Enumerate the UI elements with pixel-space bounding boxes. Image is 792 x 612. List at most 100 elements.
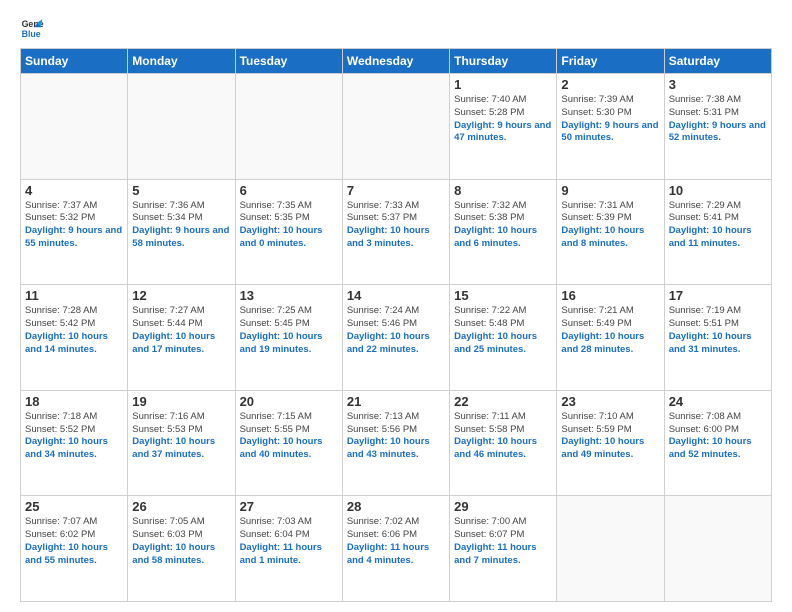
day-number: 14 xyxy=(347,288,445,303)
calendar-week-5: 25 Sunrise: 7:07 AMSunset: 6:02 PMDayligh… xyxy=(21,496,772,602)
day-info: Sunrise: 7:24 AMSunset: 5:46 PMDaylight:… xyxy=(347,305,445,356)
calendar-cell: 19 Sunrise: 7:16 AMSunset: 5:53 PMDayligh… xyxy=(128,390,235,496)
calendar-cell: 12 Sunrise: 7:27 AMSunset: 5:44 PMDayligh… xyxy=(128,285,235,391)
day-number: 3 xyxy=(669,77,767,92)
weekday-header-wednesday: Wednesday xyxy=(342,49,449,74)
day-info: Sunrise: 7:15 AMSunset: 5:55 PMDaylight:… xyxy=(240,411,338,462)
day-number: 25 xyxy=(25,499,123,514)
day-number: 11 xyxy=(25,288,123,303)
calendar-cell: 24 Sunrise: 7:08 AMSunset: 6:00 PMDayligh… xyxy=(664,390,771,496)
page: General Blue SundayMondayTuesdayWednesda… xyxy=(0,0,792,612)
calendar-cell: 29 Sunrise: 7:00 AMSunset: 6:07 PMDayligh… xyxy=(450,496,557,602)
calendar-cell: 27Sunrise: 7:03 AMSunset: 6:04 PMDayligh… xyxy=(235,496,342,602)
day-info: Sunrise: 7:05 AMSunset: 6:03 PMDaylight:… xyxy=(132,516,230,567)
weekday-header-monday: Monday xyxy=(128,49,235,74)
calendar-cell: 23Sunrise: 7:10 AMSunset: 5:59 PMDayligh… xyxy=(557,390,664,496)
day-number: 21 xyxy=(347,394,445,409)
day-info: Sunrise: 7:29 AMSunset: 5:41 PMDaylight:… xyxy=(669,200,767,251)
day-info: Sunrise: 7:35 AMSunset: 5:35 PMDaylight:… xyxy=(240,200,338,251)
calendar-week-1: 1 Sunrise: 7:40 AMSunset: 5:28 PMDaylight… xyxy=(21,74,772,180)
day-info: Sunrise: 7:13 AMSunset: 5:56 PMDaylight:… xyxy=(347,411,445,462)
calendar-cell: 2 Sunrise: 7:39 AMSunset: 5:30 PMDaylight… xyxy=(557,74,664,180)
day-number: 2 xyxy=(561,77,659,92)
day-number: 24 xyxy=(669,394,767,409)
calendar-header-row: SundayMondayTuesdayWednesdayThursdayFrid… xyxy=(21,49,772,74)
day-info: Sunrise: 7:32 AMSunset: 5:38 PMDaylight:… xyxy=(454,200,552,251)
day-number: 16 xyxy=(561,288,659,303)
weekday-header-thursday: Thursday xyxy=(450,49,557,74)
calendar-cell: 10 Sunrise: 7:29 AMSunset: 5:41 PMDayligh… xyxy=(664,179,771,285)
day-number: 12 xyxy=(132,288,230,303)
calendar-cell: 26 Sunrise: 7:05 AMSunset: 6:03 PMDayligh… xyxy=(128,496,235,602)
day-number: 7 xyxy=(347,183,445,198)
day-info: Sunrise: 7:27 AMSunset: 5:44 PMDaylight:… xyxy=(132,305,230,356)
calendar-cell: 5 Sunrise: 7:36 AMSunset: 5:34 PMDaylight… xyxy=(128,179,235,285)
day-info: Sunrise: 7:00 AMSunset: 6:07 PMDaylight:… xyxy=(454,516,552,567)
day-number: 20 xyxy=(240,394,338,409)
logo-icon: General Blue xyxy=(20,16,44,40)
calendar-cell: 25 Sunrise: 7:07 AMSunset: 6:02 PMDayligh… xyxy=(21,496,128,602)
day-info: Sunrise: 7:02 AMSunset: 6:06 PMDaylight:… xyxy=(347,516,445,567)
day-number: 6 xyxy=(240,183,338,198)
day-info: Sunrise: 7:18 AMSunset: 5:52 PMDaylight:… xyxy=(25,411,123,462)
calendar-cell: 1 Sunrise: 7:40 AMSunset: 5:28 PMDaylight… xyxy=(450,74,557,180)
calendar-cell: 17Sunrise: 7:19 AMSunset: 5:51 PMDayligh… xyxy=(664,285,771,391)
day-number: 10 xyxy=(669,183,767,198)
calendar-cell: 15 Sunrise: 7:22 AMSunset: 5:48 PMDayligh… xyxy=(450,285,557,391)
calendar-week-3: 11 Sunrise: 7:28 AMSunset: 5:42 PMDayligh… xyxy=(21,285,772,391)
calendar-cell xyxy=(235,74,342,180)
day-info: Sunrise: 7:22 AMSunset: 5:48 PMDaylight:… xyxy=(454,305,552,356)
day-info: Sunrise: 7:08 AMSunset: 6:00 PMDaylight:… xyxy=(669,411,767,462)
day-number: 9 xyxy=(561,183,659,198)
day-info: Sunrise: 7:21 AMSunset: 5:49 PMDaylight:… xyxy=(561,305,659,356)
calendar-cell: 16 Sunrise: 7:21 AMSunset: 5:49 PMDayligh… xyxy=(557,285,664,391)
day-number: 28 xyxy=(347,499,445,514)
day-number: 19 xyxy=(132,394,230,409)
day-number: 15 xyxy=(454,288,552,303)
day-number: 13 xyxy=(240,288,338,303)
day-info: Sunrise: 7:33 AMSunset: 5:37 PMDaylight:… xyxy=(347,200,445,251)
calendar-cell: 11 Sunrise: 7:28 AMSunset: 5:42 PMDayligh… xyxy=(21,285,128,391)
day-number: 26 xyxy=(132,499,230,514)
calendar-cell: 8Sunrise: 7:32 AMSunset: 5:38 PMDaylight… xyxy=(450,179,557,285)
day-info: Sunrise: 7:07 AMSunset: 6:02 PMDaylight:… xyxy=(25,516,123,567)
calendar-week-4: 18Sunrise: 7:18 AMSunset: 5:52 PMDayligh… xyxy=(21,390,772,496)
calendar-cell xyxy=(128,74,235,180)
calendar-cell: 14 Sunrise: 7:24 AMSunset: 5:46 PMDayligh… xyxy=(342,285,449,391)
logo: General Blue xyxy=(20,16,48,40)
day-info: Sunrise: 7:16 AMSunset: 5:53 PMDaylight:… xyxy=(132,411,230,462)
day-info: Sunrise: 7:28 AMSunset: 5:42 PMDaylight:… xyxy=(25,305,123,356)
day-number: 4 xyxy=(25,183,123,198)
calendar-cell: 20 Sunrise: 7:15 AMSunset: 5:55 PMDayligh… xyxy=(235,390,342,496)
day-info: Sunrise: 7:31 AMSunset: 5:39 PMDaylight:… xyxy=(561,200,659,251)
calendar-cell: 3Sunrise: 7:38 AMSunset: 5:31 PMDaylight… xyxy=(664,74,771,180)
calendar-cell: 18Sunrise: 7:18 AMSunset: 5:52 PMDayligh… xyxy=(21,390,128,496)
calendar-cell: 9 Sunrise: 7:31 AMSunset: 5:39 PMDaylight… xyxy=(557,179,664,285)
calendar-cell xyxy=(557,496,664,602)
weekday-header-friday: Friday xyxy=(557,49,664,74)
day-info: Sunrise: 7:03 AMSunset: 6:04 PMDaylight:… xyxy=(240,516,338,567)
day-info: Sunrise: 7:40 AMSunset: 5:28 PMDaylight:… xyxy=(454,94,552,145)
day-info: Sunrise: 7:36 AMSunset: 5:34 PMDaylight:… xyxy=(132,200,230,251)
day-info: Sunrise: 7:25 AMSunset: 5:45 PMDaylight:… xyxy=(240,305,338,356)
calendar-cell: 28 Sunrise: 7:02 AMSunset: 6:06 PMDayligh… xyxy=(342,496,449,602)
weekday-header-sunday: Sunday xyxy=(21,49,128,74)
day-number: 1 xyxy=(454,77,552,92)
day-info: Sunrise: 7:39 AMSunset: 5:30 PMDaylight:… xyxy=(561,94,659,145)
day-info: Sunrise: 7:37 AMSunset: 5:32 PMDaylight:… xyxy=(25,200,123,251)
calendar-cell: 21 Sunrise: 7:13 AMSunset: 5:56 PMDayligh… xyxy=(342,390,449,496)
day-number: 29 xyxy=(454,499,552,514)
calendar-cell: 4 Sunrise: 7:37 AMSunset: 5:32 PMDaylight… xyxy=(21,179,128,285)
day-number: 17 xyxy=(669,288,767,303)
calendar-cell xyxy=(21,74,128,180)
day-info: Sunrise: 7:11 AMSunset: 5:58 PMDaylight:… xyxy=(454,411,552,462)
calendar-cell xyxy=(664,496,771,602)
day-number: 5 xyxy=(132,183,230,198)
calendar-cell: 7 Sunrise: 7:33 AMSunset: 5:37 PMDaylight… xyxy=(342,179,449,285)
calendar-week-2: 4 Sunrise: 7:37 AMSunset: 5:32 PMDaylight… xyxy=(21,179,772,285)
day-number: 22 xyxy=(454,394,552,409)
header: General Blue xyxy=(20,16,772,40)
calendar-table: SundayMondayTuesdayWednesdayThursdayFrid… xyxy=(20,48,772,602)
calendar-cell: 6 Sunrise: 7:35 AMSunset: 5:35 PMDaylight… xyxy=(235,179,342,285)
day-number: 23 xyxy=(561,394,659,409)
